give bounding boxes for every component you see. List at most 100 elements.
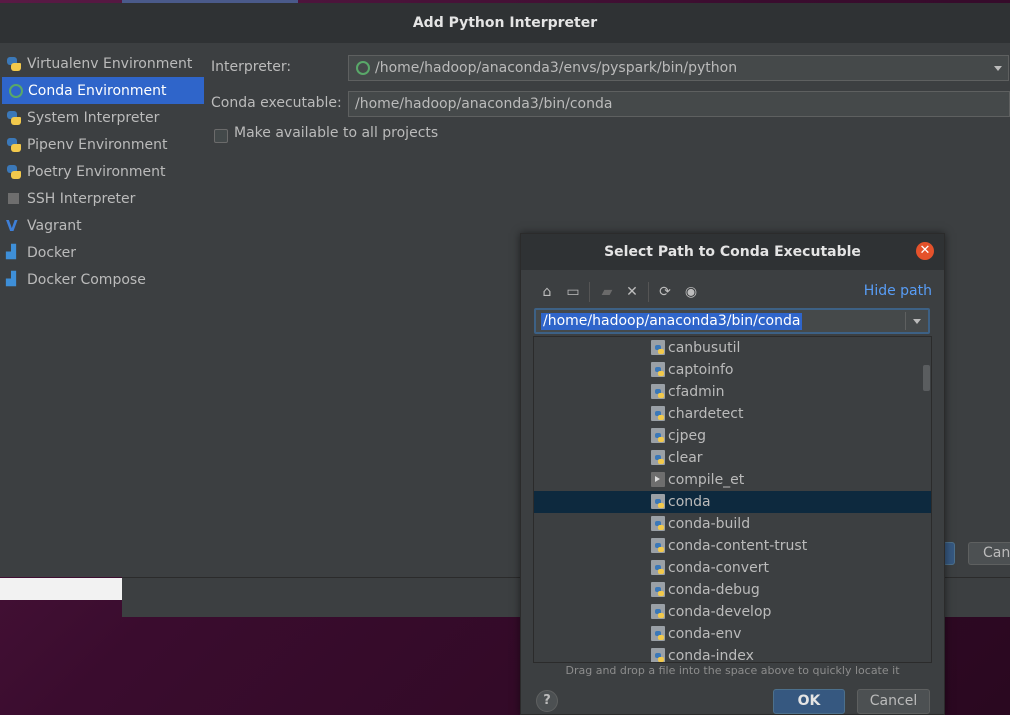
make-available-checkbox[interactable]: [214, 129, 228, 143]
hide-path-link[interactable]: Hide path: [864, 283, 932, 299]
file-name: conda-convert: [668, 560, 769, 576]
path-value: /home/hadoop/anaconda3/bin/conda: [541, 313, 803, 330]
make-available-label: Make available to all projects: [234, 125, 439, 141]
python-file-icon: [651, 428, 665, 443]
poetry-icon: [6, 164, 22, 180]
ok-button[interactable]: OK: [773, 689, 845, 714]
file-row[interactable]: conda-index: [534, 645, 931, 662]
python-file-icon: [651, 560, 665, 575]
close-icon[interactable]: ✕: [916, 242, 934, 260]
python-file-icon: [651, 384, 665, 399]
file-name: compile_et: [668, 472, 745, 488]
file-name: chardetect: [668, 406, 744, 422]
python-file-icon: [651, 340, 665, 355]
new-folder-icon[interactable]: ▰: [599, 284, 615, 300]
file-name: clear: [668, 450, 703, 466]
chevron-down-icon[interactable]: [994, 66, 1002, 71]
python-file-icon: [651, 362, 665, 377]
conda-icon: [9, 83, 23, 98]
conda-executable-field[interactable]: /home/hadoop/anaconda3/bin/conda: [348, 91, 1010, 117]
python-file-icon: [651, 450, 665, 465]
python-file-icon: [651, 648, 665, 662]
conda-executable-label: Conda executable:: [211, 95, 342, 111]
file-row[interactable]: cfadmin: [534, 381, 931, 403]
refresh-icon[interactable]: ⟳: [657, 284, 673, 300]
chevron-down-icon[interactable]: [913, 319, 921, 324]
python-file-icon: [651, 626, 665, 641]
file-row[interactable]: conda-convert: [534, 557, 931, 579]
python-file-icon: [651, 494, 665, 509]
file-row[interactable]: conda-content-trust: [534, 535, 931, 557]
path-input[interactable]: /home/hadoop/anaconda3/bin/conda: [534, 308, 930, 334]
main-cancel-button[interactable]: Canc: [968, 542, 1010, 565]
show-hidden-icon[interactable]: ◉: [683, 284, 699, 300]
python-file-icon: [651, 604, 665, 619]
home-icon[interactable]: ⌂: [539, 284, 555, 300]
file-row[interactable]: captoinfo: [534, 359, 931, 381]
sidebar-item-label: Poetry Environment: [27, 163, 166, 180]
scrollbar-thumb[interactable]: [923, 365, 930, 391]
python-file-icon: [651, 538, 665, 553]
sidebar-item[interactable]: Virtualenv Environment: [0, 50, 205, 77]
sidebar-item[interactable]: Pipenv Environment: [0, 131, 205, 158]
dialog-title: Select Path to Conda Executable: [521, 234, 944, 270]
file-row[interactable]: chardetect: [534, 403, 931, 425]
toolbar-separator: [589, 282, 590, 302]
executable-icon: [651, 472, 665, 487]
sidebar-item-label: Virtualenv Environment: [27, 55, 193, 72]
sidebar-item[interactable]: V Vagrant: [0, 212, 205, 239]
file-row[interactable]: conda: [534, 491, 931, 513]
sidebar-item[interactable]: ▟ Docker Compose: [0, 266, 205, 293]
file-row[interactable]: conda-develop: [534, 601, 931, 623]
file-name: captoinfo: [668, 362, 734, 378]
desktop-icon[interactable]: ▭: [565, 284, 581, 300]
docker-icon: ▟: [6, 271, 16, 287]
python-icon: [6, 56, 22, 72]
terminal-icon: [8, 193, 19, 204]
toolbar-separator: [648, 282, 649, 302]
sidebar-item-label: SSH Interpreter: [27, 190, 136, 207]
file-row[interactable]: conda-debug: [534, 579, 931, 601]
sidebar-item[interactable]: Poetry Environment: [0, 158, 205, 185]
file-name: conda: [668, 494, 711, 510]
python-file-icon: [651, 516, 665, 531]
drag-drop-hint: Drag and drop a file into the space abov…: [565, 664, 900, 677]
vagrant-icon: V: [6, 216, 18, 235]
file-name: conda-env: [668, 626, 742, 642]
file-row[interactable]: clear: [534, 447, 931, 469]
file-name: conda-develop: [668, 604, 772, 620]
file-name: canbusutil: [668, 340, 741, 356]
select-path-dialog: Select Path to Conda Executable ✕ ⌂ ▭ ▰ …: [520, 233, 945, 715]
sidebar-item[interactable]: SSH Interpreter: [0, 185, 205, 212]
python-icon: [6, 110, 22, 126]
sidebar-item-label: Docker: [27, 244, 77, 261]
sidebar-item[interactable]: Conda Environment: [2, 77, 204, 104]
delete-icon[interactable]: ✕: [624, 284, 640, 300]
file-row[interactable]: conda-build: [534, 513, 931, 535]
file-name: conda-content-trust: [668, 538, 808, 554]
file-row[interactable]: conda-env: [534, 623, 931, 645]
desktop-window-fragment: [0, 578, 122, 600]
dialog-title: Add Python Interpreter: [0, 3, 1010, 43]
file-row[interactable]: canbusutil: [534, 337, 931, 359]
help-button[interactable]: ?: [536, 690, 558, 712]
cancel-button[interactable]: Cancel: [857, 689, 930, 714]
docker-icon: ▟: [6, 244, 16, 260]
sidebar-item[interactable]: ▟ Docker: [0, 239, 205, 266]
sidebar-item[interactable]: System Interpreter: [0, 104, 205, 131]
python-file-icon: [651, 582, 665, 597]
file-row[interactable]: compile_et: [534, 469, 931, 491]
file-name: conda-build: [668, 516, 751, 532]
sidebar-item-label: Vagrant: [27, 217, 82, 234]
file-row[interactable]: cjpeg: [534, 425, 931, 447]
file-name: conda-debug: [668, 582, 760, 598]
combo-separator: [905, 312, 906, 330]
file-name: cfadmin: [668, 384, 725, 400]
sidebar-item-label: Docker Compose: [27, 271, 146, 288]
interpreter-combo[interactable]: /home/hadoop/anaconda3/envs/pyspark/bin/…: [348, 55, 1009, 81]
sidebar-item-label: Conda Environment: [28, 82, 167, 99]
interpreter-value: /home/hadoop/anaconda3/envs/pyspark/bin/…: [375, 60, 738, 76]
interpreter-label: Interpreter:: [211, 59, 292, 75]
file-tree[interactable]: conda-index conda-env conda-develop conda-d…: [533, 336, 932, 663]
file-name: cjpeg: [668, 428, 706, 444]
